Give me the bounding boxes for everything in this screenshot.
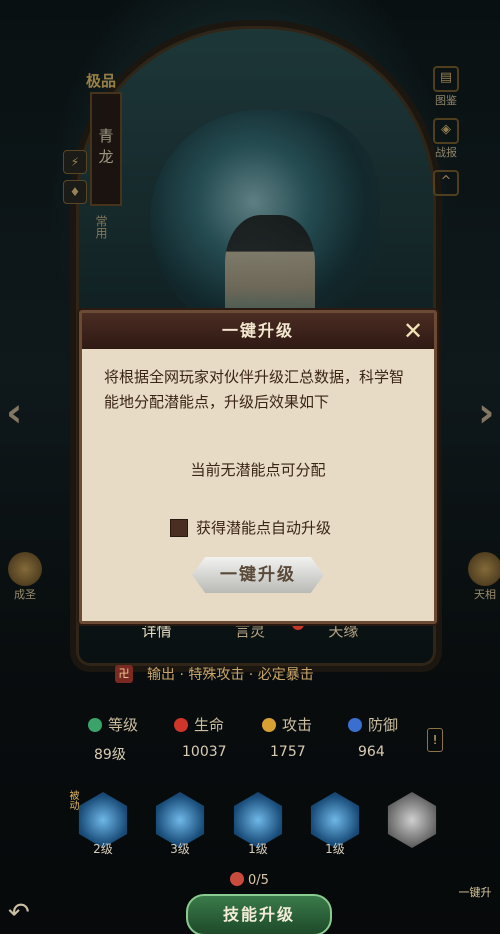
stat-hp-label: 生命 xyxy=(174,714,224,735)
stat-label-text: 攻击 xyxy=(282,716,313,734)
checkbox-label: 获得潜能点自动升级 xyxy=(196,519,332,537)
level-icon xyxy=(88,718,102,732)
skill-slot-4[interactable]: 1级 xyxy=(307,792,363,856)
skill-slot-5[interactable] xyxy=(384,792,440,848)
onekey-upgrade-shortcut[interactable]: 一键升 xyxy=(455,886,495,900)
auto-upgrade-checkbox[interactable]: 获得潜能点自动升级 xyxy=(170,517,331,538)
skill-level: 1级 xyxy=(248,842,268,856)
dialog-description: 将根据全网玩家对伙伴升级汇总数据，科学智能地分配潜能点，升级后效果如下 xyxy=(104,368,405,411)
stat-label-text: 生命 xyxy=(194,716,225,734)
skill-points-value: 0/5 xyxy=(248,873,269,888)
dialog-status: 当前无潜能点可分配 xyxy=(190,461,326,479)
dialog-title: 一键升级 xyxy=(82,313,434,349)
trait-row: 卍 输出 · 特殊攻击 · 必定暴击 xyxy=(115,664,314,684)
skill-slot-2[interactable]: 3级 xyxy=(152,792,208,856)
confirm-upgrade-button[interactable]: 一键升级 xyxy=(192,557,324,593)
tab-details[interactable]: 详情 xyxy=(142,620,172,650)
tab-spirit[interactable]: 言灵 xyxy=(235,620,265,650)
skill-slot-3[interactable]: 1级 xyxy=(230,792,286,856)
stat-hp-value: 10037 xyxy=(182,744,227,760)
stat-label-text: 等级 xyxy=(108,716,139,734)
stat-atk-value: 1757 xyxy=(270,744,306,760)
checkbox-box[interactable] xyxy=(170,518,188,537)
potion-icon xyxy=(230,872,244,886)
shield-icon xyxy=(348,718,362,732)
locked-skill-icon xyxy=(387,792,437,848)
heart-icon xyxy=(174,718,188,732)
stat-def-value: 964 xyxy=(358,744,385,760)
skill-slot-1[interactable]: 2级 xyxy=(75,792,131,856)
trait-icon: 卍 xyxy=(115,665,133,683)
skill-level: 2级 xyxy=(93,842,113,856)
stat-level-label: 等级 xyxy=(88,714,138,735)
info-button[interactable]: ! xyxy=(427,728,443,752)
stat-def-label: 防御 xyxy=(348,714,398,735)
close-icon[interactable]: ✕ xyxy=(400,317,426,345)
back-arrow-icon[interactable]: ↶ xyxy=(8,898,30,928)
skill-points: 0/5 xyxy=(230,872,269,888)
stat-label-text: 防御 xyxy=(368,716,399,734)
skill-upgrade-button[interactable]: 技能升级 xyxy=(186,894,332,934)
skill-level: 3级 xyxy=(170,842,190,856)
stat-atk-label: 攻击 xyxy=(262,714,312,735)
stat-level-value: 89级 xyxy=(94,747,126,763)
swords-icon xyxy=(262,718,276,732)
game-scene: 极品 青龙 ⚡ ♦ 常用 ▤ 图鉴 ◈ 战报 ^ ‹ › 成圣 天相 详情 言灵… xyxy=(0,0,500,934)
trait-text: 输出 · 特殊攻击 · 必定暴击 xyxy=(147,667,314,683)
skill-level: 1级 xyxy=(325,842,345,856)
detail-tabs: 详情 言灵 天缘 xyxy=(110,620,390,650)
one-key-upgrade-dialog: 一键升级 ✕ 将根据全网玩家对伙伴升级汇总数据，科学智能地分配潜能点，升级后效果… xyxy=(79,310,437,624)
tab-fate[interactable]: 天缘 xyxy=(328,620,358,650)
